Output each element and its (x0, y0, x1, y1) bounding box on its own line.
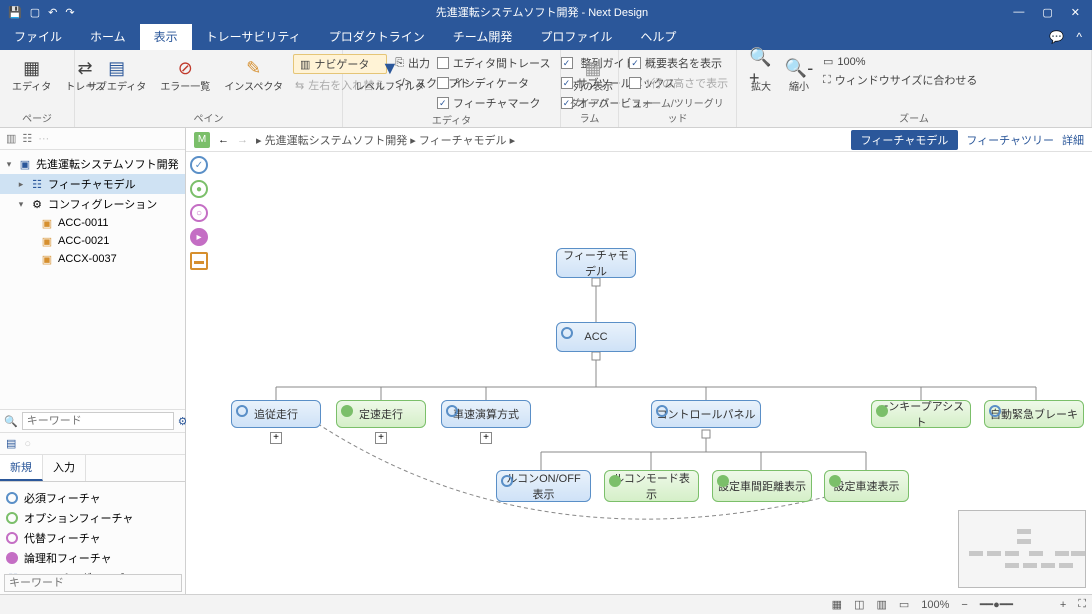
legend-required[interactable]: 必須フィーチャ (6, 488, 179, 508)
tab-input[interactable]: 入力 (43, 455, 86, 481)
group-formtree: フォーム/ツリーグリッド (627, 95, 728, 127)
collapse-ribbon-icon[interactable]: ^ (1076, 30, 1082, 44)
tree-item-1[interactable]: ▣ACC-0021 (0, 232, 185, 250)
status-zoomout[interactable]: − (955, 599, 973, 611)
redo-icon[interactable]: ↷ (65, 6, 74, 19)
model-badge: M (194, 132, 210, 148)
tree-item-0[interactable]: ▣ACC-0011 (0, 214, 185, 232)
nav-filter-icon[interactable]: ⋯ (38, 132, 49, 145)
group-page: ページ (8, 110, 66, 127)
view-featuremodel[interactable]: フィーチャモデル (851, 130, 959, 150)
levelfilter-button[interactable]: ▼レベルフィルタ (351, 54, 429, 95)
zoomin-button[interactable]: 🔍+拡大 (745, 54, 777, 95)
legend-or[interactable]: 論理和フィーチャ (6, 548, 179, 568)
palette-add-icon[interactable]: ○ (24, 438, 31, 450)
tool-required[interactable]: ✓ (190, 156, 208, 174)
search-icon: 🔍 (4, 415, 22, 428)
chk-editortrace[interactable]: エディタ間トレース (435, 54, 553, 72)
palette-icon[interactable]: ▤ (6, 437, 16, 450)
group-zoom: ズーム (745, 110, 1083, 127)
nav-toolbar: ▥ ☷ ⋯ (0, 128, 185, 150)
expand-cruise[interactable]: + (375, 432, 387, 444)
group-pane: ペイン (83, 110, 334, 127)
nav-model-icon[interactable]: ▥ (6, 132, 16, 145)
node-cruise[interactable]: 定速走行 (336, 400, 426, 428)
menu-view[interactable]: 表示 (140, 24, 192, 50)
tree-featuremodel[interactable]: ▸☷フィーチャモデル (0, 174, 185, 194)
chk-summary[interactable]: ✓概要表名を表示 (627, 54, 730, 72)
chk-featuremark[interactable]: ✓フィーチャマーク (435, 94, 553, 112)
node-acc[interactable]: ACC (556, 322, 636, 352)
search-input[interactable] (22, 412, 174, 430)
save-icon[interactable]: 💾 (8, 6, 22, 19)
chk-indicator[interactable]: インディケータ (435, 74, 553, 92)
node-speed[interactable]: 車速演算方式 (441, 400, 531, 428)
node-root[interactable]: フィーチャモデル (556, 248, 636, 278)
node-setspeed[interactable]: 設定車速表示 (824, 470, 909, 502)
status-fit[interactable]: ⛶ (1072, 598, 1092, 611)
close-button[interactable]: ✕ (1071, 6, 1080, 19)
feedback-icon[interactable]: 💬 (1049, 30, 1064, 44)
inspector-button[interactable]: ✎インスペクタ (220, 54, 287, 95)
tool-folder[interactable]: ▬ (190, 252, 208, 270)
legend-optional[interactable]: オプションフィーチャ (6, 508, 179, 528)
nav-back[interactable]: ← (218, 134, 229, 146)
group-diagram: ダイアグラム (569, 95, 610, 127)
view-detail[interactable]: 詳細 (1062, 132, 1084, 148)
subeditor-button[interactable]: ▤サブエディタ (83, 54, 150, 95)
chk-onerow[interactable]: 1行の高さで表示 (627, 74, 730, 92)
tool-or[interactable]: ▸ (190, 228, 208, 246)
status-split-icon[interactable]: ▥ (870, 598, 892, 611)
status-zoomin[interactable]: + (1054, 599, 1072, 611)
menu-team[interactable]: チーム開発 (439, 24, 527, 50)
tab-new[interactable]: 新規 (0, 455, 43, 481)
legend-alternative[interactable]: 代替フィーチャ (6, 528, 179, 548)
node-lane[interactable]: ーンキープアシスト (871, 400, 971, 428)
menu-trace[interactable]: トレーサビリティ (192, 24, 315, 50)
nav-tree-icon[interactable]: ☷ (22, 132, 32, 145)
editor-button[interactable]: ▦エディタ (8, 54, 55, 95)
keyword-input[interactable] (4, 574, 182, 592)
open-icon[interactable]: ▢ (30, 6, 40, 19)
menu-profile[interactable]: プロファイル (526, 24, 626, 50)
breadcrumb[interactable]: ▸ 先進運転システムソフト開発 ▸ フィーチャモデル ▸ (256, 132, 515, 148)
zoom-100[interactable]: ▭100% (821, 54, 979, 69)
view-featuretree[interactable]: フィーチャツリー (966, 132, 1054, 148)
minimap[interactable] (958, 510, 1086, 588)
errorlist-button[interactable]: ⊘エラー一覧 (156, 54, 214, 95)
maximize-button[interactable]: ▢ (1042, 6, 1052, 19)
status-single-icon[interactable]: ▭ (893, 598, 915, 611)
zoom-slider[interactable]: ━━●━━ (974, 598, 1054, 611)
tree-item-2[interactable]: ▣ACCX-0037 (0, 250, 185, 268)
tool-alt[interactable]: ○ (190, 204, 208, 222)
tree-configuration[interactable]: ▾⚙コンフィグレーション (0, 194, 185, 214)
menu-file[interactable]: ファイル (0, 24, 76, 50)
showcolumns-button[interactable]: ▦列の表示 (569, 54, 617, 95)
node-onoff[interactable]: ルコンON/OFF表示 (496, 470, 591, 502)
menu-home[interactable]: ホーム (76, 24, 140, 50)
expand-speed[interactable]: + (480, 432, 492, 444)
node-brake[interactable]: 自動緊急ブレーキ (984, 400, 1084, 428)
node-panel[interactable]: コントロールパネル (651, 400, 761, 428)
status-grid-icon[interactable]: ▦ (826, 598, 848, 611)
node-distance[interactable]: 設定車間距離表示 (712, 470, 812, 502)
window-title: 先進運転システムソフト開発 - Next Design (83, 4, 1002, 20)
tool-optional[interactable]: ● (190, 180, 208, 198)
menu-help[interactable]: ヘルプ (626, 24, 690, 50)
node-follow[interactable]: 追従走行 (231, 400, 321, 428)
zoom-fit[interactable]: ⛶ウィンドウサイズに合わせる (821, 71, 979, 89)
node-mode[interactable]: ルコンモード表示 (604, 470, 699, 502)
nav-fwd[interactable]: → (237, 134, 248, 146)
tree-root[interactable]: ▾▣先進運転システムソフト開発 (0, 154, 185, 174)
status-zoom: 100% (915, 599, 955, 611)
expand-follow[interactable]: + (270, 432, 282, 444)
minimize-button[interactable]: — (1013, 6, 1024, 19)
status-layout-icon[interactable]: ◫ (848, 598, 870, 611)
menu-product[interactable]: プロダクトライン (315, 24, 439, 50)
zoomout-button[interactable]: 🔍-縮小 (783, 54, 815, 95)
group-editor: エディタ (351, 112, 552, 129)
undo-icon[interactable]: ↶ (48, 6, 57, 19)
